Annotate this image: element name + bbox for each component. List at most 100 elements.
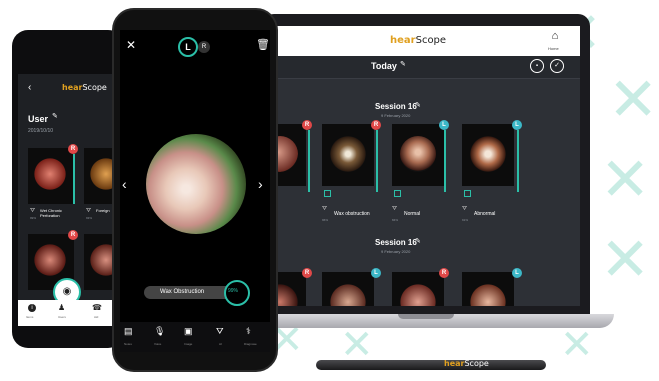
decorative-x: ✕ xyxy=(600,225,651,295)
thumbnail-caption: Wet Chronic Perforation xyxy=(40,208,62,218)
thumbnail-caption: Normal xyxy=(404,211,421,217)
thumbnail[interactable] xyxy=(462,272,514,306)
confidence-value: 99% xyxy=(30,216,37,220)
ai-icon[interactable]: ⛛ xyxy=(216,326,224,337)
app-logo: hearScope xyxy=(62,83,107,92)
edit-icon[interactable]: ✎ xyxy=(52,112,58,120)
day-label: Today xyxy=(371,61,397,71)
left-ear-badge: L xyxy=(371,268,381,278)
confidence-value: 91% xyxy=(462,218,469,222)
decorative-x: ✕ xyxy=(560,322,594,368)
thumbnail[interactable] xyxy=(28,148,74,204)
confidence-value: 96% xyxy=(322,218,329,222)
checkbox[interactable] xyxy=(394,190,401,197)
phone-left-screen: ‹ hearScope User ✎ 2019/10/10 R ⛛ Wet Ch… xyxy=(18,74,118,326)
thumbnail[interactable] xyxy=(392,272,444,306)
thumbnail-caption: Abnormal xyxy=(474,211,496,217)
checkbox[interactable] xyxy=(324,190,331,197)
aid-icon[interactable]: ☎ xyxy=(92,303,102,312)
decorative-x: ✕ xyxy=(600,145,651,215)
phone-left: ‹ hearScope User ✎ 2019/10/10 R ⛛ Wet Ch… xyxy=(12,30,124,348)
decorative-x: ✕ xyxy=(340,322,374,368)
home-icon[interactable]: ⌂ xyxy=(546,30,564,42)
laptop-header: hearScope ⌂ Home xyxy=(272,26,580,56)
info-icon[interactable]: i xyxy=(28,304,36,312)
save-icon[interactable]: ✓ xyxy=(550,59,564,73)
left-ear-badge: L xyxy=(512,268,522,278)
previous-icon[interactable]: ‹ xyxy=(122,176,127,192)
delete-icon[interactable]: 🗑 xyxy=(256,38,270,51)
edit-icon[interactable]: ✎ xyxy=(415,101,421,109)
accent-line xyxy=(444,130,446,192)
laptop-app: hearScope ⌂ Home Today ✎ ▪ ✓ Session 16 … xyxy=(272,26,580,306)
phone-center: ✕ L R 🗑 ‹ › Wax Obstruction 99% ▤ Notes … xyxy=(112,8,278,372)
microphone-icon[interactable]: 🎙 xyxy=(154,326,165,337)
back-icon[interactable]: ‹ xyxy=(28,82,31,93)
left-ear-toggle[interactable]: L xyxy=(178,37,198,57)
ai-icon: ⛛ xyxy=(30,208,36,214)
thumbnail[interactable] xyxy=(322,272,374,306)
image-icon[interactable]: ▣ xyxy=(184,326,193,337)
right-ear-badge: R xyxy=(302,268,312,278)
right-ear-badge: R xyxy=(68,230,78,240)
phone-center-screen: ✕ L R 🗑 ‹ › Wax Obstruction 99% ▤ Notes … xyxy=(120,30,270,352)
ai-icon: ⛛ xyxy=(392,206,398,212)
ai-icon: ⛛ xyxy=(322,206,328,212)
stethoscope-icon[interactable]: ⚕ xyxy=(246,326,251,337)
session-title: Session 16 xyxy=(375,238,417,247)
decorative-x: ✕ xyxy=(608,65,659,135)
home-label: Home xyxy=(548,46,559,51)
nav-label: AI xyxy=(219,342,222,346)
accent-line xyxy=(376,130,378,192)
otoscope-device: hearScope xyxy=(316,359,546,370)
confidence-value: 93% xyxy=(86,216,93,220)
right-ear-badge: R xyxy=(68,144,78,154)
nav-label: Voice xyxy=(154,342,162,346)
left-ear-badge: L xyxy=(512,120,522,130)
laptop-notch xyxy=(398,314,454,319)
thumbnail[interactable] xyxy=(392,124,444,186)
checkbox[interactable] xyxy=(464,190,471,197)
nav-label: Users xyxy=(58,315,66,319)
nav-label: Diagnose xyxy=(244,342,257,346)
nav-label: Aid xyxy=(94,315,99,319)
right-ear-badge: R xyxy=(439,268,449,278)
thumbnail[interactable] xyxy=(462,124,514,186)
edit-icon[interactable]: ✎ xyxy=(415,237,421,245)
accent-line xyxy=(308,130,310,192)
confidence-value: 99% xyxy=(228,288,239,294)
thumbnail-caption: Foreign xyxy=(96,208,110,213)
user-date: 2019/10/10 xyxy=(28,128,54,134)
user-label: User xyxy=(28,114,49,124)
nav-label: Items xyxy=(26,315,34,319)
next-icon[interactable]: › xyxy=(258,176,263,192)
thumbnail[interactable] xyxy=(322,124,374,186)
right-ear-badge: R xyxy=(371,120,381,130)
bottom-nav: i Items ♟ Users ☎ Aid xyxy=(18,300,118,326)
users-icon[interactable]: ♟ xyxy=(58,303,65,312)
bottom-nav: ▤ Notes 🎙 Voice ▣ Image ⛛ AI ⚕ Diagnose xyxy=(120,322,270,352)
nav-label: Image xyxy=(184,342,193,346)
thumbnail-caption: Wax obstruction xyxy=(334,211,370,217)
delete-icon[interactable]: ▪ xyxy=(530,59,544,73)
diagnosis-label: Wax Obstruction xyxy=(160,289,205,295)
notes-icon[interactable]: ▤ xyxy=(124,326,133,337)
close-icon[interactable]: ✕ xyxy=(126,38,136,52)
edit-icon[interactable]: ✎ xyxy=(400,60,406,68)
accent-line xyxy=(73,154,75,204)
session-title: Session 16 xyxy=(375,102,417,111)
confidence-value: 84% xyxy=(392,218,399,222)
session-date: 9 February 2020 xyxy=(381,113,411,118)
ai-icon: ⛛ xyxy=(462,206,468,212)
device-logo: hearScope xyxy=(444,359,489,368)
nav-label: Notes xyxy=(124,342,132,346)
laptop: hearScope ⌂ Home Today ✎ ▪ ✓ Session 16 … xyxy=(262,14,590,314)
day-header: Today ✎ ▪ ✓ xyxy=(272,56,580,79)
ai-icon: ⛛ xyxy=(86,208,92,214)
session-date: 9 February 2020 xyxy=(381,249,411,254)
otoscope-image xyxy=(146,134,246,234)
right-ear-toggle[interactable]: R xyxy=(198,41,210,53)
app-logo: hearScope xyxy=(390,35,447,46)
accent-line xyxy=(517,130,519,192)
right-ear-badge: R xyxy=(302,120,312,130)
